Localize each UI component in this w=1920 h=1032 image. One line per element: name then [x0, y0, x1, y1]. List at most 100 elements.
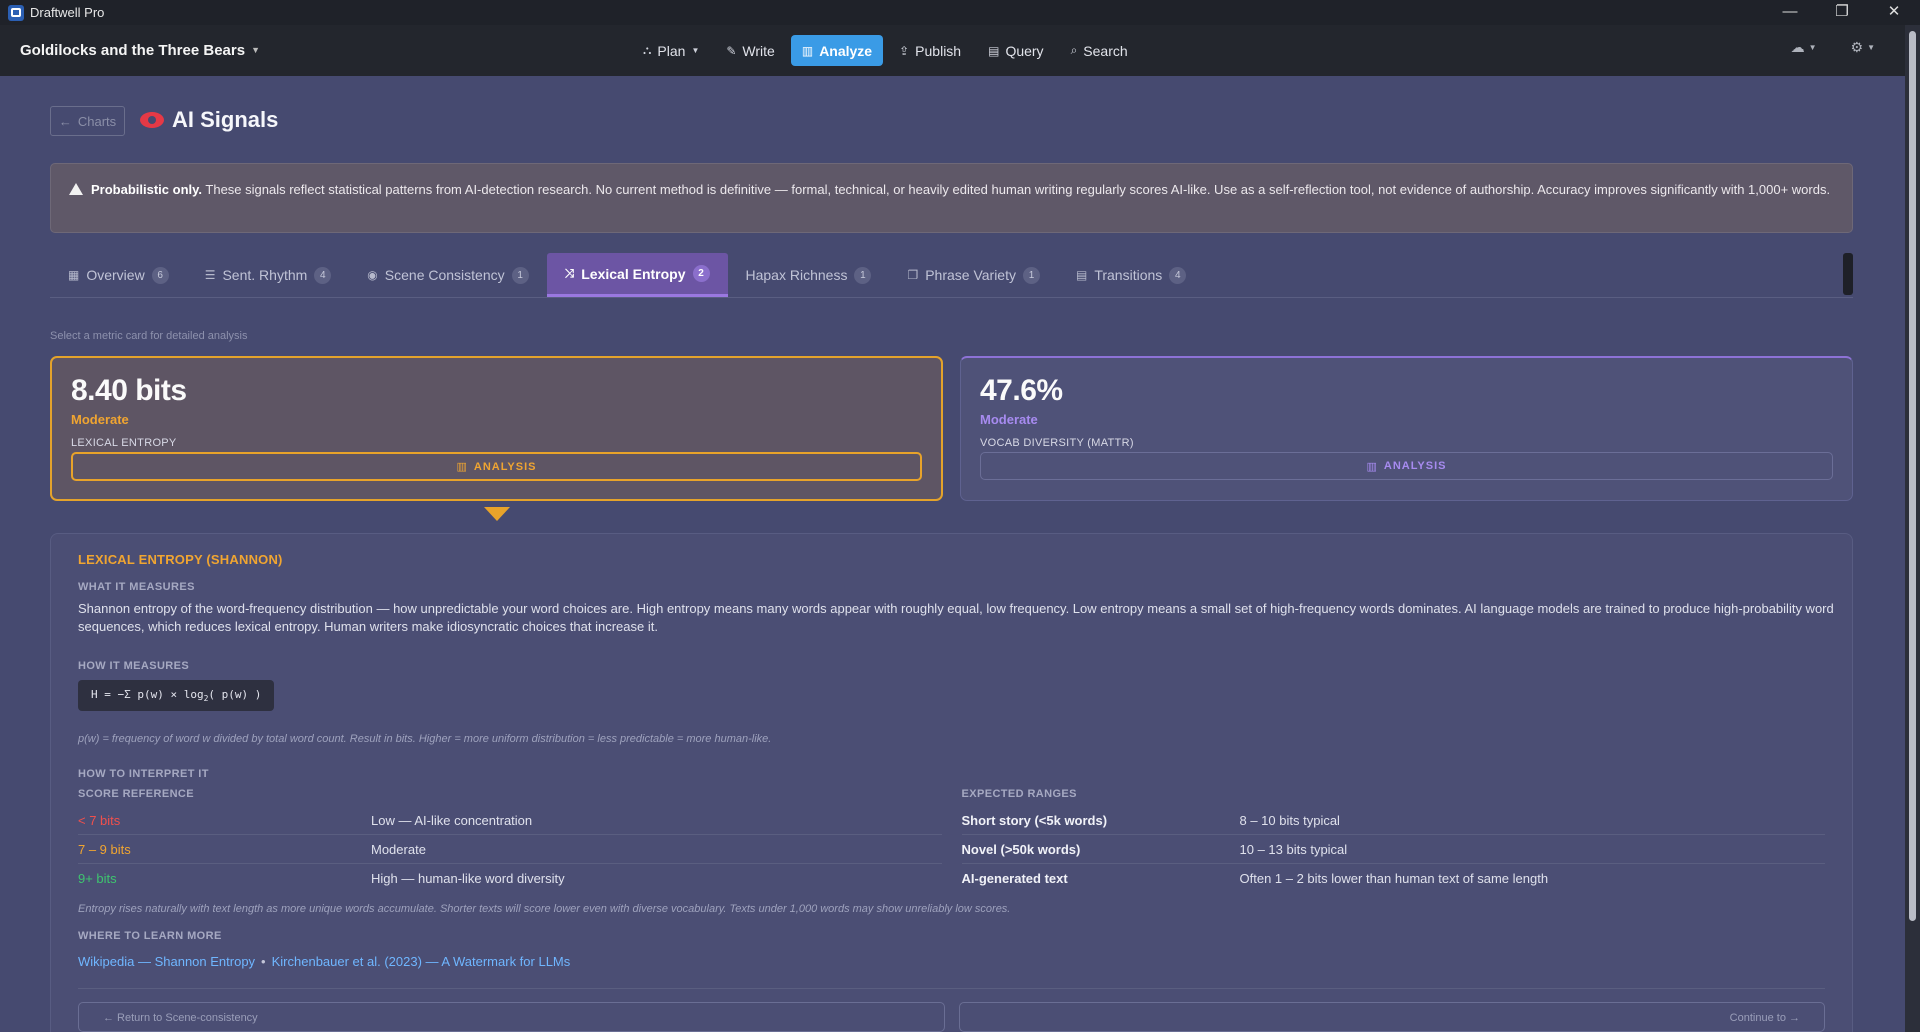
tab-transitions[interactable]: ▤ Transitions 4 — [1058, 253, 1204, 297]
nav-write[interactable]: ✎ Write — [715, 35, 785, 66]
nav-analyze[interactable]: ▥ Analyze — [790, 35, 884, 66]
tab-overview[interactable]: ▦ Overview 6 — [50, 253, 187, 297]
continue-button[interactable]: Continue to → — [958, 1002, 1825, 1032]
document-title-dropdown[interactable]: Goldilocks and the Three Bears ▼ — [20, 42, 260, 59]
upload-icon: ⇪ — [899, 43, 910, 58]
tab-label: Transitions — [1094, 267, 1163, 283]
entropy-formula: H = −Σ p(w) × log2( p(w) ) — [78, 680, 275, 712]
analysis-button[interactable]: ▥ ANALYSIS — [980, 452, 1833, 480]
shuffle-icon: ⤨ — [564, 266, 575, 280]
nav-publish[interactable]: ⇪ Publish — [888, 35, 972, 66]
page-title: AI Signals — [172, 107, 279, 132]
minimize-button[interactable]: — — [1764, 0, 1816, 25]
score-meaning: Moderate — [371, 841, 426, 857]
cloud-icon: ☁ — [1790, 39, 1805, 55]
grid-icon: ▦ — [68, 268, 80, 282]
close-button[interactable]: ✕ — [1868, 0, 1920, 25]
tab-hapax-richness[interactable]: Hapax Richness 1 — [728, 253, 890, 297]
metric-label: VOCAB DIVERSITY (MATTR) — [980, 437, 1134, 449]
link-wikipedia-shannon[interactable]: Wikipedia — Shannon Entropy — [78, 954, 255, 969]
window-title: Draftwell Pro — [30, 5, 105, 20]
analysis-label: ANALYSIS — [473, 460, 537, 473]
tab-count-badge: 4 — [314, 266, 332, 284]
caret-down-icon: ▼ — [1867, 43, 1875, 52]
caret-down-icon: ▼ — [251, 45, 260, 55]
range-kind: AI-generated text — [961, 871, 1068, 887]
tab-lexical-entropy[interactable]: ⤨ Lexical Entropy 2 — [546, 253, 728, 297]
nav-label: Analyze — [819, 42, 873, 59]
back-label: Charts — [77, 113, 117, 129]
window-controls: — ❐ ✕ — [1764, 0, 1920, 25]
back-to-charts-button[interactable]: ← Charts — [50, 106, 125, 136]
table-row: Novel (>50k words) 10 – 13 bits typical — [961, 835, 1825, 865]
range-kind: Novel (>50k words) — [961, 841, 1081, 857]
metric-tabs: ▦ Overview 6 ☰ Sent. Rhythm 4 ◉ Scene Consist… — [50, 253, 1853, 298]
nav-plan[interactable]: ⛬ Plan ▼ — [632, 35, 710, 66]
document-title: Goldilocks and the Three Bears — [20, 42, 246, 59]
maximize-button[interactable]: ❐ — [1816, 0, 1868, 25]
nav-search[interactable]: ⌕ Search — [1060, 35, 1139, 66]
warning-icon — [69, 183, 83, 195]
score-heading: SCORE REFERENCE — [78, 788, 195, 801]
range-kind: Short story (<5k words) — [961, 812, 1108, 828]
range-value: Often 1 – 2 bits lower than human text o… — [1239, 871, 1549, 887]
detail-title: LEXICAL ENTROPY (SHANNON) — [78, 552, 283, 567]
analysis-button[interactable]: ▥ ANALYSIS — [71, 452, 922, 481]
page-scrollbar[interactable] — [1905, 25, 1920, 1032]
metric-card-lexical-entropy[interactable]: 8.40 bits Moderate LEXICAL ENTROPY ▥ ANAL… — [50, 356, 943, 501]
eye-icon — [140, 112, 164, 128]
nav-label: Plan — [657, 42, 686, 59]
metric-card-vocab-diversity[interactable]: 47.6% Moderate VOCAB DIVERSITY (MATTR) ▥… — [960, 356, 1853, 501]
bullet-separator: • — [261, 954, 266, 970]
interpret-note: Entropy rises naturally with text length… — [78, 903, 1011, 916]
how-heading: HOW IT MEASURES — [78, 660, 190, 672]
score-meaning: High — human-like word diversity — [371, 871, 565, 887]
expected-ranges: EXPECTED RANGES Short story (<5k words) 8… — [961, 788, 1826, 893]
detail-navigation: ← Return to Scene-consistency Continue t… — [78, 1002, 1825, 1032]
nav-label: Write — [742, 42, 775, 59]
tabs-scroll-handle[interactable] — [1843, 253, 1853, 295]
cloud-sync-menu[interactable]: ☁ ▼ — [1791, 39, 1817, 56]
scrollbar-thumb[interactable] — [1909, 31, 1916, 921]
page-heading: AI Signals — [140, 107, 278, 133]
disclaimer-notice: Probabilistic only. These signals reflec… — [50, 163, 1853, 233]
return-scene-consistency-button[interactable]: ← Return to Scene-consistency — [78, 1002, 945, 1032]
metric-label: LEXICAL ENTROPY — [71, 437, 177, 449]
header-actions: ☁ ▼ ⚙ ▼ — [1791, 39, 1905, 56]
tab-scene-consistency[interactable]: ◉ Scene Consistency 1 — [349, 253, 546, 297]
app-header: Goldilocks and the Three Bears ▼ ⛬ Plan ▼ ✎… — [0, 25, 1905, 76]
score-meaning: Low — AI-like concentration — [371, 812, 533, 828]
tab-count-badge: 4 — [1169, 266, 1187, 284]
settings-menu[interactable]: ⚙ ▼ — [1851, 39, 1875, 56]
window-titlebar: Draftwell Pro — ❐ ✕ — [0, 0, 1920, 25]
bar-chart-icon: ▥ — [456, 461, 468, 473]
table-row: AI-generated text Often 1 – 2 bits lower … — [962, 864, 1826, 893]
tab-phrase-variety[interactable]: ❐ Phrase Variety 1 — [889, 253, 1058, 297]
interpretation-tables: SCORE REFERENCE < 7 bits Low — AI-like co… — [78, 788, 1825, 893]
copy-icon: ❐ — [907, 268, 919, 282]
tab-label: Hapax Richness — [745, 267, 848, 283]
notice-text: These signals reflect statistical patter… — [202, 182, 1831, 197]
bar-chart-icon: ▥ — [801, 43, 814, 58]
tab-label: Sent. Rhythm — [222, 267, 308, 283]
table-row: Short story (<5k words) 8 – 10 bits typic… — [961, 806, 1825, 836]
analysis-label: ANALYSIS — [1383, 460, 1447, 472]
ranges-heading: EXPECTED RANGES — [961, 788, 1077, 801]
range-value: 8 – 10 bits typical — [1239, 812, 1340, 828]
range-value: 10 – 13 bits typical — [1239, 841, 1348, 857]
formula-note: p(w) = frequency of word w divided by to… — [78, 733, 772, 746]
score-range: < 7 bits — [78, 812, 121, 828]
select-card-hint: Select a metric card for detailed analys… — [50, 330, 248, 342]
tab-label: Overview — [86, 267, 145, 283]
notice-bold: Probabilistic only. — [91, 182, 203, 197]
link-kirchenbauer-watermark[interactable]: Kirchenbauer et al. (2023) — A Watermark… — [272, 954, 571, 969]
tab-count-badge: 2 — [692, 265, 710, 282]
tab-label: Scene Consistency — [384, 267, 505, 283]
caret-down-icon: ▼ — [1808, 43, 1817, 52]
nav-query[interactable]: ▤ Query — [977, 35, 1054, 66]
table-icon: ▤ — [988, 43, 1000, 58]
metric-level: Moderate — [980, 412, 1038, 427]
app-logo-icon — [8, 4, 24, 21]
tab-sent-rhythm[interactable]: ☰ Sent. Rhythm 4 — [187, 253, 350, 297]
pencil-icon: ✎ — [726, 43, 737, 58]
